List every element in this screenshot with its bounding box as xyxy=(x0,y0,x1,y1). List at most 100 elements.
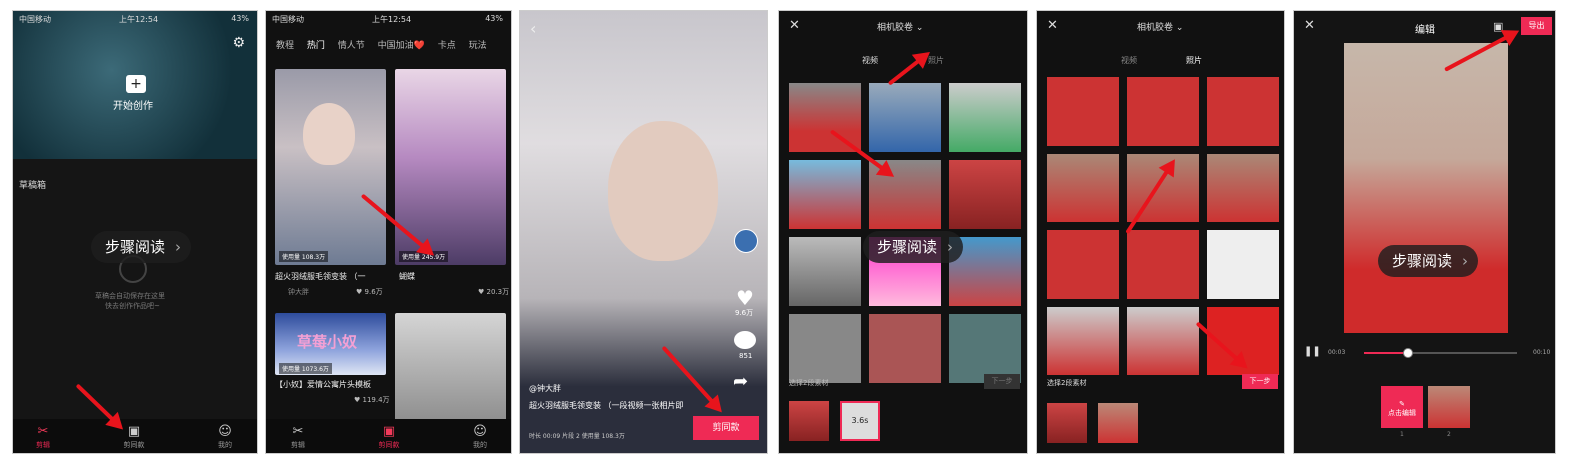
tab-profile[interactable]: ☺ 我的 xyxy=(460,424,500,450)
heart-icon[interactable]: ♥ xyxy=(736,286,754,310)
pause-icon[interactable]: ❚❚ xyxy=(1304,346,1321,357)
template-card-1[interactable]: 使用量 108.3万 xyxy=(275,69,386,265)
tab-video[interactable]: 视频 xyxy=(862,55,878,66)
media-thumb[interactable] xyxy=(789,160,861,229)
close-icon[interactable]: ✕ xyxy=(1047,18,1058,33)
media-thumb[interactable] xyxy=(1207,153,1279,222)
person-icon: ☺ xyxy=(473,424,487,439)
media-thumb[interactable] xyxy=(1207,77,1279,146)
media-thumb[interactable] xyxy=(1047,153,1119,222)
card-banner-text: 草莓小奴 xyxy=(297,333,358,351)
author-avatar[interactable] xyxy=(734,229,758,253)
card-likes: ♥ 20.3万 xyxy=(478,288,510,296)
video-preview[interactable] xyxy=(1344,43,1508,333)
card-likes: ♥ 119.4万 xyxy=(354,396,390,404)
drafts-title: 草稿箱 xyxy=(19,181,47,191)
template-card-4[interactable] xyxy=(395,313,506,425)
media-thumb[interactable] xyxy=(1047,230,1119,299)
media-thumb[interactable] xyxy=(1047,77,1119,146)
media-thumb[interactable] xyxy=(869,83,941,152)
media-thumb[interactable] xyxy=(1127,230,1199,299)
clip-number: 2 xyxy=(1447,431,1451,438)
use-template-button[interactable]: 剪同款 xyxy=(693,416,759,440)
step-read-hint[interactable]: 步骤阅读 xyxy=(91,231,192,263)
next-button-disabled[interactable]: 下一步 xyxy=(984,374,1020,389)
add-create-icon[interactable]: + xyxy=(126,75,146,93)
media-thumb[interactable] xyxy=(789,237,861,306)
person-face xyxy=(608,121,718,261)
scissors-icon: ✂ xyxy=(37,424,49,439)
selected-slot-2[interactable] xyxy=(1098,403,1138,443)
category-tab[interactable]: 中国加油❤️ xyxy=(378,41,425,51)
usage-badge: 使用量 108.3万 xyxy=(279,251,329,262)
template-card-3[interactable]: 草莓小奴 使用量 1073.6万 xyxy=(275,313,386,375)
settings-gear-icon[interactable]: ⚙ xyxy=(232,35,245,51)
status-bar: 中国移动 上午12:54 43% xyxy=(272,14,503,24)
clip-1-edit[interactable]: ✎ 点击编辑 xyxy=(1381,386,1423,428)
back-icon[interactable]: ‹ xyxy=(530,19,536,38)
category-tab-active[interactable]: 热门 xyxy=(307,41,325,51)
template-meta: 时长 00:09 片段 2 使用量 108.3万 xyxy=(529,433,625,440)
screen-editor: ✕ 编辑 ▣ 导出 步骤阅读 ❚❚ 00:03 00:10 ✎点击编辑 1 2 xyxy=(1293,10,1556,454)
category-tab[interactable]: 卡点 xyxy=(438,41,456,51)
selected-slot-1[interactable] xyxy=(1047,403,1087,443)
red-arrow-annotation xyxy=(887,52,929,86)
album-selector[interactable]: 相机胶卷 ⌄ xyxy=(877,20,923,33)
screen-camera-roll-video: ✕ 相机胶卷 ⌄ 视频 照片 步骤阅读 选择2段素材 下一步 3.6s xyxy=(778,10,1028,454)
status-bar: 中国移动 上午12:54 43% xyxy=(13,11,257,29)
tab-edit[interactable]: ✂ 剪辑 xyxy=(23,424,63,450)
usage-badge: 使用量 1073.6万 xyxy=(279,363,332,374)
carrier-label: 中国移动 xyxy=(19,15,51,24)
category-tab[interactable]: 情人节 xyxy=(338,41,365,51)
tab-edit[interactable]: ✂ 剪辑 xyxy=(278,424,318,450)
media-thumb[interactable] xyxy=(1127,77,1199,146)
card-title[interactable]: 【小奴】爱情公寓片头模板 xyxy=(275,379,371,390)
album-selector[interactable]: 相机胶卷 ⌄ xyxy=(1137,20,1183,33)
media-thumb[interactable] xyxy=(789,314,861,383)
time-total: 00:10 xyxy=(1533,349,1551,356)
clock-label: 上午12:54 xyxy=(119,15,159,24)
media-grid xyxy=(1047,77,1279,375)
author-name[interactable]: @钟大胖 xyxy=(529,383,561,394)
select-count-label: 选择2段素材 xyxy=(789,379,829,387)
tab-profile[interactable]: ☺ 我的 xyxy=(205,424,245,450)
clip-number: 1 xyxy=(1400,431,1404,438)
media-thumb[interactable] xyxy=(1207,230,1279,299)
media-thumb[interactable] xyxy=(869,314,941,383)
share-icon[interactable]: ➦ xyxy=(733,371,748,392)
timeline-handle[interactable] xyxy=(1403,348,1413,358)
next-button[interactable]: 下一步 xyxy=(1242,374,1278,389)
tab-video[interactable]: 视频 xyxy=(1121,55,1137,66)
start-create-label[interactable]: 开始创作 xyxy=(113,97,153,112)
category-tab[interactable]: 教程 xyxy=(276,41,294,51)
step-read-hint[interactable]: 步骤阅读 xyxy=(863,231,964,263)
likes-count: 9.6万 xyxy=(735,309,754,317)
media-thumb[interactable] xyxy=(1127,306,1199,375)
screen-templates: 中国移动 上午12:54 43% 教程 热门 情人节 中国加油❤️ 卡点 玩法 … xyxy=(265,10,512,454)
clip-2[interactable] xyxy=(1428,386,1470,428)
card-title[interactable]: 蝴蝶 xyxy=(399,271,415,282)
tab-template[interactable]: ▣ 剪同款 xyxy=(369,424,409,450)
pencil-icon: ✎ xyxy=(1399,400,1405,408)
comment-icon[interactable] xyxy=(734,331,756,349)
media-thumb[interactable] xyxy=(1047,306,1119,375)
media-thumb[interactable] xyxy=(949,83,1021,152)
film-icon: ▣ xyxy=(382,424,396,439)
timeline-progress xyxy=(1364,352,1407,354)
category-tab[interactable]: 玩法 xyxy=(469,41,487,51)
bottom-tab-bar: ✂ 剪辑 ▣ 剪同款 ☺ 我的 xyxy=(266,419,511,453)
step-read-hint[interactable]: 步骤阅读 xyxy=(1378,245,1479,277)
selected-slot-2[interactable]: 3.6s xyxy=(840,401,880,441)
export-button[interactable]: 导出 xyxy=(1521,17,1552,35)
close-icon[interactable]: ✕ xyxy=(789,18,800,33)
person-icon: ☺ xyxy=(218,424,232,439)
close-icon[interactable]: ✕ xyxy=(1304,18,1315,33)
category-tabs: 教程 热门 情人节 中国加油❤️ 卡点 玩法 xyxy=(276,38,487,51)
media-thumb[interactable] xyxy=(949,160,1021,229)
tab-photo[interactable]: 照片 xyxy=(1186,55,1202,66)
editor-title: 编辑 xyxy=(1415,25,1435,36)
media-thumb[interactable] xyxy=(949,314,1021,383)
card-title[interactable]: 超火羽绒服毛领变装 （一 xyxy=(275,271,366,282)
selected-slot-1[interactable] xyxy=(789,401,829,441)
template-title: 超火羽绒服毛领变装 （一段视频一张相片即 xyxy=(529,401,684,410)
